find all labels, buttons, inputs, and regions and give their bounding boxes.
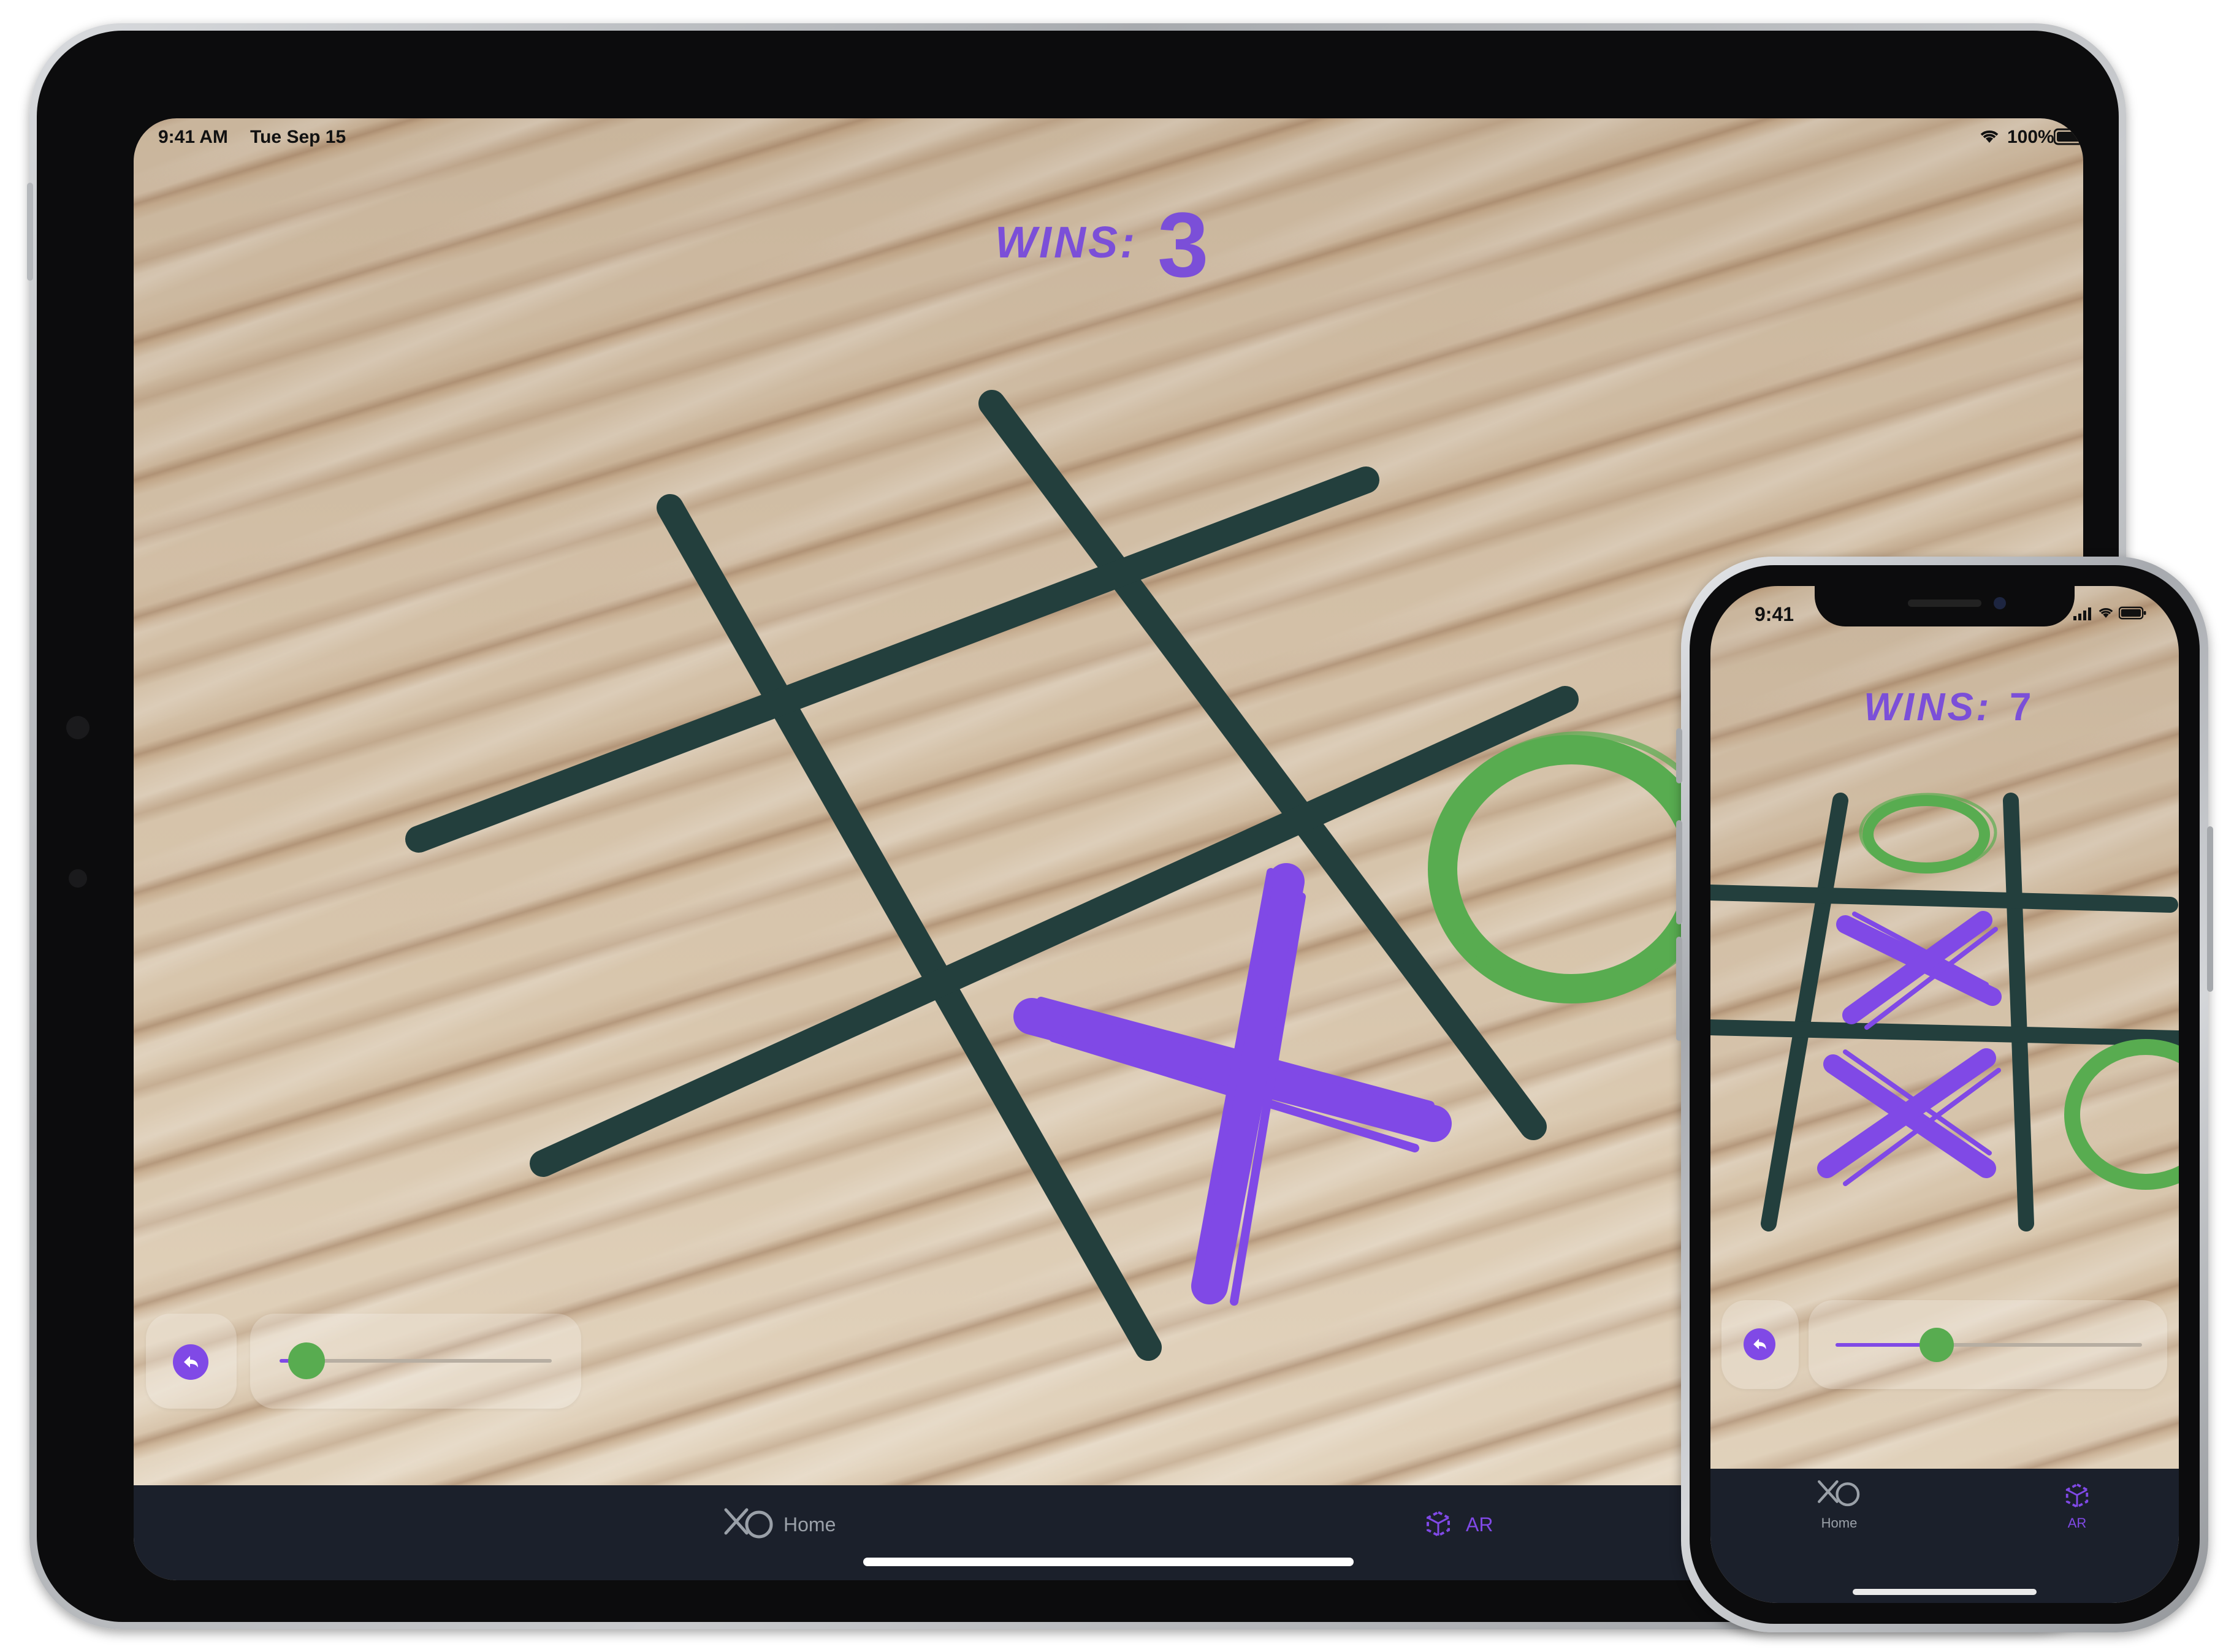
undo-card <box>146 1314 237 1409</box>
tab-bar: Home AR <box>1710 1469 2179 1603</box>
board-line <box>1710 885 2178 913</box>
undo-icon <box>1753 1339 1766 1350</box>
ar-cube-icon <box>1427 1510 1450 1537</box>
board-line <box>2003 793 2034 1231</box>
slider-card <box>250 1314 581 1409</box>
x-mark <box>1817 1048 2001 1186</box>
undo-button[interactable] <box>173 1344 208 1380</box>
iphone-volume-up <box>1676 820 1682 924</box>
o-mark <box>2064 1039 2179 1190</box>
tab-ar-label: AR <box>1466 1513 1493 1536</box>
iphone-ar-view[interactable]: 9:41 WINS: 7 Home AR <box>1710 586 2179 1603</box>
tab-home-label: Home <box>783 1513 836 1536</box>
game-board[interactable] <box>1710 586 2179 1603</box>
tab-ar[interactable]: AR <box>1424 1502 1516 1551</box>
undo-icon <box>184 1356 198 1368</box>
tab-home[interactable]: Home <box>722 1502 882 1551</box>
iphone-mute-switch <box>1676 728 1682 783</box>
undo-button[interactable] <box>1744 1328 1775 1360</box>
board-line <box>530 686 1579 1177</box>
ipad-volume-button <box>27 183 33 281</box>
iphone-volume-down <box>1676 937 1682 1041</box>
ar-cube-icon <box>2065 1483 2089 1509</box>
iphone-device: 9:41 WINS: 7 Home AR <box>1676 557 2213 1632</box>
iphone-side-button <box>2207 826 2213 992</box>
tab-home-label: Home <box>1821 1515 1858 1531</box>
undo-card <box>1721 1300 1799 1389</box>
board-line <box>405 466 1379 853</box>
home-indicator[interactable] <box>1853 1589 2037 1595</box>
scale-slider-thumb[interactable] <box>288 1342 325 1379</box>
tab-ar-label: AR <box>2067 1515 2087 1531</box>
ipad-sensor-icon <box>69 869 87 888</box>
scale-slider-thumb[interactable] <box>1919 1328 1954 1362</box>
xo-logo-icon <box>1818 1480 1860 1507</box>
slider-card <box>1809 1300 2167 1389</box>
board-line <box>1710 1019 2179 1046</box>
home-indicator[interactable] <box>863 1558 1354 1566</box>
o-mark <box>1859 793 1997 874</box>
tab-home[interactable]: Home <box>1802 1475 1876 1542</box>
ipad-camera-icon <box>66 716 90 739</box>
x-mark <box>1836 911 2002 1030</box>
xo-logo-icon <box>724 1508 773 1539</box>
tab-ar[interactable]: AR <box>2048 1475 2106 1542</box>
